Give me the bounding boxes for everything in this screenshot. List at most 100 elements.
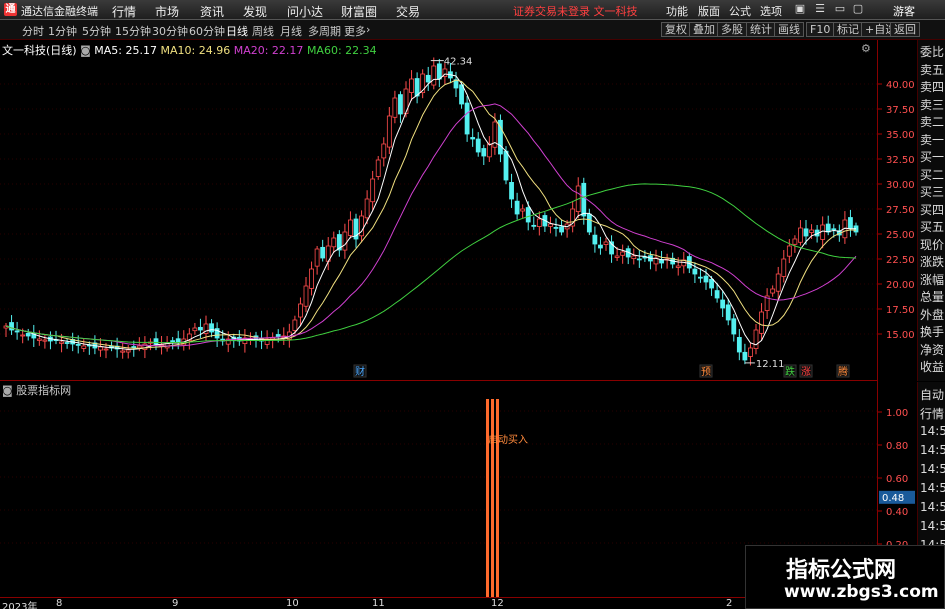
quote-field-label: 买四 <box>920 202 945 217</box>
candle-body <box>320 246 326 259</box>
settings-icon[interactable]: ☰ <box>813 2 827 16</box>
tool-f10[interactable]: F10 <box>806 22 835 37</box>
period-weekly[interactable]: 周线 <box>252 23 274 39</box>
menu-formula[interactable]: 公式 <box>729 3 751 19</box>
period-multi[interactable]: 多周期 <box>308 23 341 39</box>
candle-body <box>409 78 414 93</box>
event-mark: 腾 <box>838 365 848 378</box>
candle-body <box>425 74 431 83</box>
candle-body <box>175 338 181 343</box>
menu-discover[interactable]: 发现 <box>243 3 267 20</box>
candle-body <box>792 238 798 245</box>
login-notice[interactable]: 证券交易未登录 文一科技 <box>513 3 638 19</box>
menu-bar: 通 通达信金融终端 行情 市场 资讯 发现 问小达 财富圈 交易 证券交易未登录… <box>0 0 945 20</box>
chevron-right-icon[interactable]: › <box>366 23 370 36</box>
tool-drawline[interactable]: 画线 <box>774 22 804 37</box>
menu-trade[interactable]: 交易 <box>396 3 420 20</box>
menu-function[interactable]: 功能 <box>666 3 688 19</box>
price-axis: 40.00 37.50 35.00 32.50 30.00 27.50 25.00 22.50… <box>877 40 917 597</box>
candle-body <box>486 143 492 158</box>
tool-adjust[interactable]: 复权 <box>661 22 691 37</box>
candle-body <box>759 311 764 334</box>
period-more[interactable]: 更多 <box>344 23 366 39</box>
period-15min[interactable]: 15分钟 <box>115 23 151 39</box>
indicator-header: ◙ 股票指标网 <box>2 382 71 398</box>
menu-market[interactable]: 市场 <box>155 3 179 20</box>
candle-body <box>548 223 553 227</box>
tool-statistics[interactable]: 统计 <box>746 22 776 37</box>
candle-body <box>514 200 520 215</box>
period-5min[interactable]: 5分钟 <box>82 23 111 39</box>
price-tick-label: 37.50 <box>886 105 915 116</box>
tick-time-label: 14:56 <box>920 519 945 533</box>
candle-body <box>736 337 742 353</box>
kline-chart[interactable]: 42.34 12.11 财 预 跌涨 腾 <box>0 40 877 379</box>
candle-body <box>703 275 709 283</box>
quote-field-label: 卖三 <box>920 97 945 112</box>
price-tick-label: 17.50 <box>886 305 915 316</box>
quote-field-label: 卖五 <box>920 62 945 77</box>
stock-header: 文一科技(日线) ◙ MA5: 25.17 MA10: 24.96 MA20: … <box>2 42 377 58</box>
date-tick-oct: 10 <box>286 598 299 609</box>
indicator-tick-label: 0.80 <box>886 441 908 452</box>
guest-label[interactable]: 游客 <box>893 3 915 19</box>
tick-time-label: 14:56 <box>920 424 945 438</box>
period-daily[interactable]: 日线 <box>226 23 248 39</box>
date-tick-year: 2023年 <box>2 602 38 609</box>
candle-body <box>314 248 320 267</box>
period-30min[interactable]: 30分钟 <box>152 23 188 39</box>
menu-wealth-circle[interactable]: 财富圈 <box>341 3 377 20</box>
dropdown-icon[interactable]: ◙ <box>80 44 91 57</box>
candle-body <box>475 138 481 153</box>
tick-time-label: 14:56 <box>920 500 945 514</box>
period-monthly[interactable]: 月线 <box>280 23 302 39</box>
candle-body <box>9 322 14 331</box>
candle-body <box>170 340 176 343</box>
candle-body <box>775 273 781 292</box>
minimize-window-icon[interactable]: ▭ <box>833 2 847 16</box>
candle-body <box>698 276 703 279</box>
candle-body <box>348 219 353 236</box>
watermark-title: 指标公式网 <box>786 558 897 583</box>
candle-body <box>103 348 109 351</box>
quote-field-label: 买五 <box>920 220 945 234</box>
indicator-settings-icon[interactable]: ◙ <box>2 384 13 397</box>
candle-body <box>198 326 203 331</box>
candle-body <box>392 97 398 118</box>
chart-settings-icon[interactable]: ⚙ <box>861 42 871 55</box>
date-tick-aug: 8 <box>56 598 63 609</box>
menu-ask-xiaoda[interactable]: 问小达 <box>287 3 323 20</box>
event-mark: 跌 <box>785 365 795 378</box>
candle-body <box>298 303 303 318</box>
stock-name: 文一科技(日线) <box>2 44 77 57</box>
tool-back[interactable]: 返回 <box>890 22 920 37</box>
period-60min[interactable]: 60分钟 <box>189 23 225 39</box>
indicator-current-value: 0.48 <box>882 493 904 504</box>
menu-options[interactable]: 选项 <box>760 3 782 19</box>
chat-icon[interactable]: ▣ <box>793 2 807 16</box>
kline-chart-pane[interactable]: 42.34 12.11 财 预 跌涨 腾 <box>0 40 877 379</box>
app-title: 通达信金融终端 <box>21 5 98 18</box>
tool-overlay[interactable]: 叠加 <box>689 22 719 37</box>
quote-field-label: 外盘 <box>920 307 945 322</box>
tool-multi-stock[interactable]: 多股 <box>717 22 747 37</box>
candle-body <box>731 318 737 335</box>
restore-window-icon[interactable]: ▢ <box>851 2 865 16</box>
quote-field-label: 买一 <box>920 150 945 164</box>
period-toolbar: 分时 1分钟 5分钟 15分钟 30分钟 60分钟 日线 周线 月线 多周期 更… <box>0 20 945 40</box>
candle-body <box>742 351 748 361</box>
site-watermark: 指标公式网 www.zbgs3.com <box>745 545 945 609</box>
quote-field-label: 净资 <box>920 342 945 357</box>
quote-field-label: 委比 <box>920 45 945 59</box>
menu-layout[interactable]: 版面 <box>698 3 720 19</box>
candle-body <box>464 102 470 135</box>
tool-mark[interactable]: 标记 <box>833 22 863 37</box>
menu-quotes[interactable]: 行情 <box>112 3 136 20</box>
period-intraday[interactable]: 分时 <box>22 23 44 39</box>
quote-field-label: 总量 <box>920 290 945 304</box>
candle-body <box>436 63 442 80</box>
signal-bar <box>486 399 489 598</box>
quote-field-label: 涨幅 <box>920 272 945 287</box>
menu-news[interactable]: 资讯 <box>200 3 224 20</box>
period-1min[interactable]: 1分钟 <box>48 23 77 39</box>
